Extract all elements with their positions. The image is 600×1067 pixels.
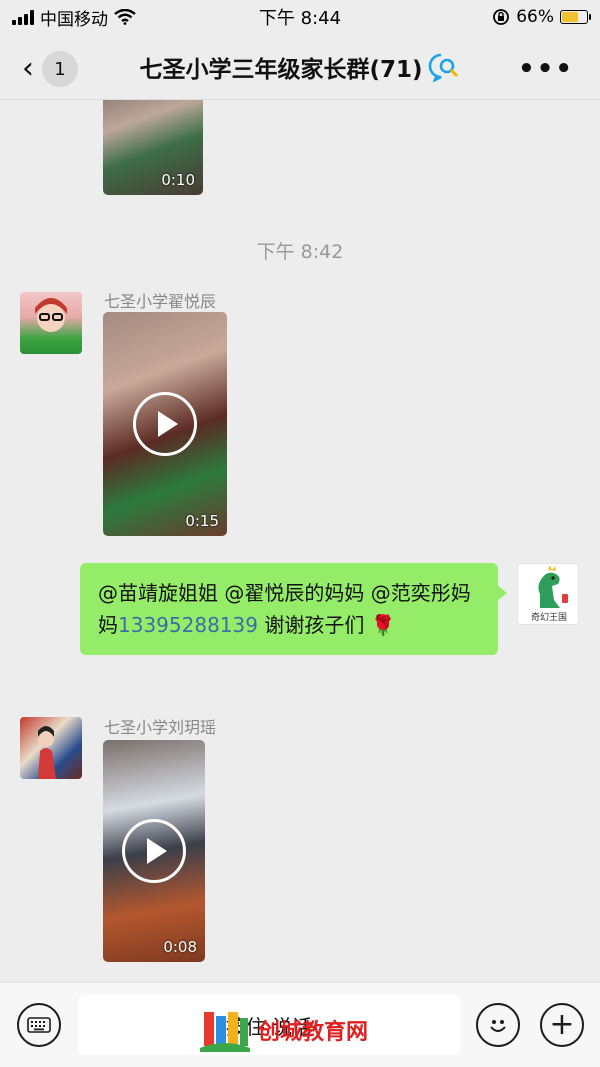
status-right: 66% — [492, 7, 591, 27]
avatar[interactable] — [20, 292, 82, 354]
sender-name: 七圣小学刘玥瑶 — [104, 718, 217, 737]
wifi-icon — [114, 9, 136, 25]
battery-percent: 66% — [516, 7, 554, 27]
emoji-button[interactable] — [476, 1003, 520, 1047]
message-text-suffix: 谢谢孩子们 — [257, 613, 365, 637]
more-dots-icon: ••• — [518, 54, 574, 84]
text-message-bubble[interactable]: @苗靖旋姐姐 @翟悦辰的妈妈 @范奕彤妈妈13395288139 谢谢孩子们 🌹 — [80, 563, 507, 655]
carrier-name: 中国移动 — [40, 9, 108, 30]
plus-icon: + — [549, 1007, 575, 1042]
video-message[interactable]: 0:15 — [103, 312, 227, 536]
chat-search-icon — [428, 53, 458, 82]
status-bar: 中国移动 下午 8:44 66% — [0, 0, 600, 34]
add-button[interactable]: + — [540, 1003, 584, 1047]
video-message[interactable]: 0:08 — [103, 740, 205, 962]
input-bar: 按住 说话 + — [0, 982, 600, 1067]
chat-header: ‹ 1 七圣小学三年级家长群(71) ••• — [0, 34, 600, 100]
unread-count-badge: 1 — [42, 51, 78, 87]
keyboard-toggle-button[interactable] — [17, 1003, 61, 1047]
avatar[interactable] — [20, 717, 82, 779]
chevron-left-icon: ‹ — [22, 51, 34, 86]
phone-number-link[interactable]: 13395288139 — [118, 613, 258, 637]
dinosaur-icon — [538, 565, 568, 608]
battery-icon — [560, 10, 591, 24]
time-divider: 下午 8:42 — [256, 241, 344, 263]
back-button[interactable]: ‹ 1 — [22, 51, 78, 87]
play-icon — [122, 819, 186, 883]
lock-rotation-icon — [493, 9, 510, 25]
avatar-caption: 奇幻王国 — [530, 613, 567, 623]
battery-level — [562, 12, 578, 22]
video-duration: 0:10 — [161, 171, 195, 189]
more-options-button[interactable]: ••• — [518, 54, 574, 84]
smile-icon — [490, 1020, 506, 1032]
rose-emoji: 🌹 — [370, 613, 396, 637]
video-message[interactable]: 0:10 — [103, 100, 203, 195]
video-duration: 0:15 — [185, 512, 219, 530]
signal-icon — [12, 9, 34, 25]
keyboard-icon — [27, 1017, 51, 1033]
my-avatar[interactable]: 奇幻王国 — [517, 563, 579, 625]
chat-message-list[interactable]: 0:10 下午 8:42 七圣小学翟悦辰 0:15 @苗靖旋姐姐 @翟悦辰的妈妈… — [0, 100, 600, 982]
video-duration: 0:08 — [163, 938, 197, 956]
sender-name: 七圣小学翟悦辰 — [104, 292, 217, 311]
group-name: 七圣小学三年级家长群(71) — [139, 56, 423, 83]
hold-to-talk-button[interactable]: 按住 说话 — [78, 995, 460, 1055]
play-icon — [133, 392, 197, 456]
chat-title: 七圣小学三年级家长群(71) — [139, 50, 460, 84]
status-left: 中国移动 — [12, 5, 136, 30]
